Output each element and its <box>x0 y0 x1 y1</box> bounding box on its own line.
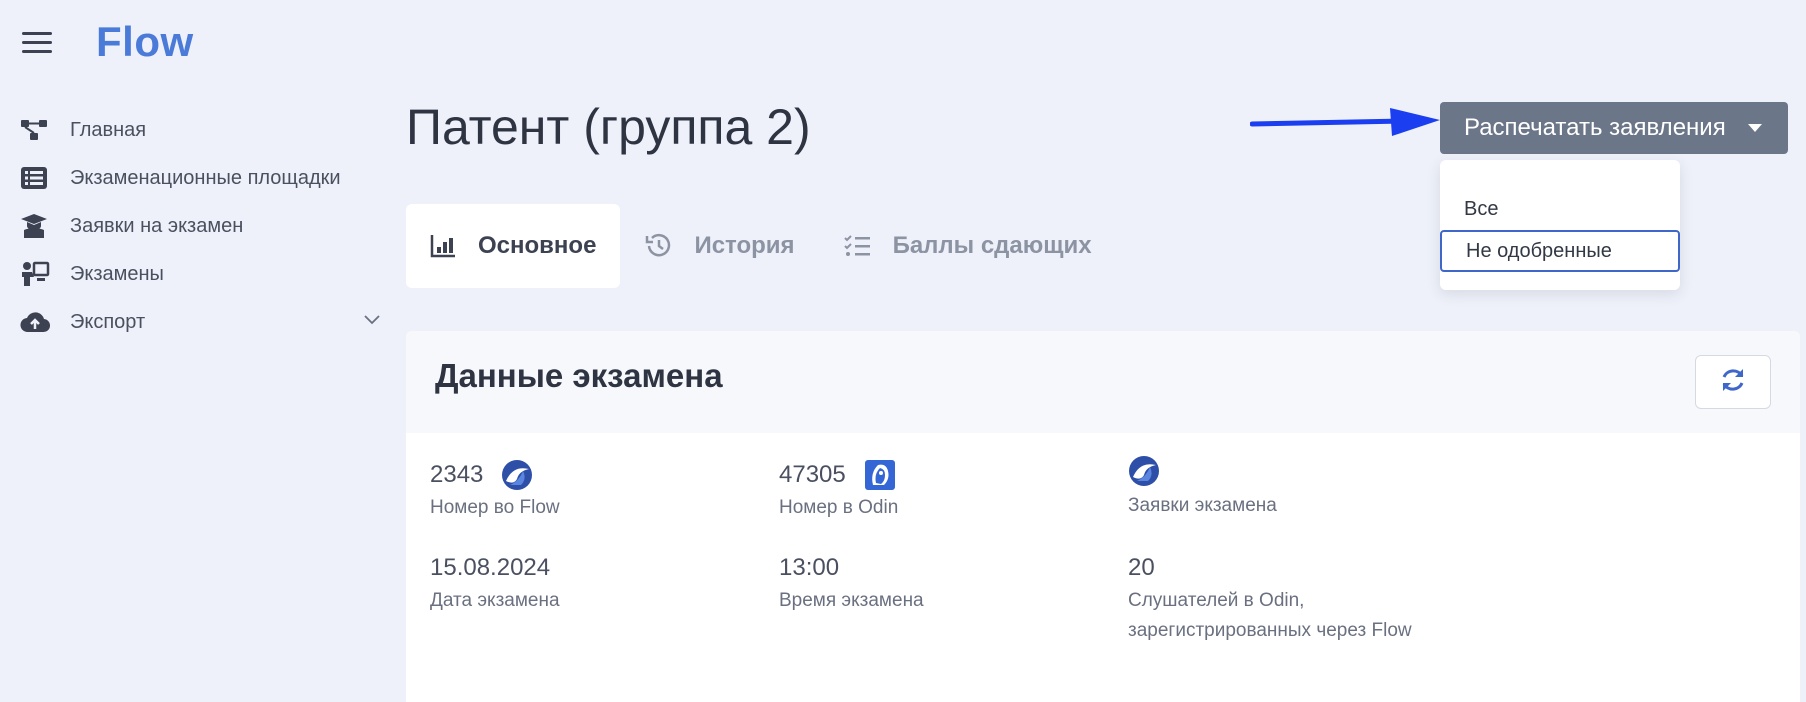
sidebar-item-label: Экзаменационные площадки <box>70 166 341 189</box>
field-caption: Заявки экзамена <box>1128 495 1277 516</box>
field-odin-number: 47305 Номер в Odin <box>779 459 898 523</box>
refresh-button[interactable] <box>1695 355 1771 409</box>
tab-bar: Основное История Баллы сдающих <box>406 204 1116 288</box>
field-caption: Слушателей в Odin, зарегистрированных че… <box>1128 590 1412 641</box>
field-caption: Дата экзамена <box>430 590 560 611</box>
dropdown-item-all[interactable]: Все <box>1440 188 1680 230</box>
print-button-label: Распечатать заявления <box>1464 114 1726 141</box>
tab-label: Основное <box>478 232 597 259</box>
flow-logo-icon[interactable] <box>501 459 533 491</box>
field-value: 47305 <box>779 461 846 488</box>
menu-toggle-icon[interactable] <box>22 32 52 53</box>
sidebar-item-exam-applications[interactable]: Заявки на экзамен <box>20 202 380 250</box>
field-caption: Время экзамена <box>779 590 924 611</box>
odin-logo-icon[interactable] <box>864 459 896 491</box>
refresh-icon <box>1719 366 1747 399</box>
flow-logo-icon[interactable] <box>1128 455 1160 487</box>
field-value: 20 <box>1128 554 1155 581</box>
sidebar-item-home[interactable]: Главная <box>20 106 380 154</box>
field-caption: Номер во Flow <box>430 497 560 518</box>
chart-icon <box>430 234 456 258</box>
tab-scores[interactable]: Баллы сдающих <box>819 204 1116 288</box>
sidebar-item-exam-sites[interactable]: Экзаменационные площадки <box>20 154 380 202</box>
field-value: 2343 <box>430 461 484 488</box>
tab-label: Баллы сдающих <box>892 232 1092 259</box>
dropdown-item-not-approved[interactable]: Не одобренные <box>1440 230 1680 272</box>
sidebar: Главная Экзаменационные площадки Заявки … <box>20 106 380 346</box>
network-icon <box>20 116 52 144</box>
field-caption: Номер в Odin <box>779 497 899 518</box>
print-applications-button[interactable]: Распечатать заявления <box>1440 102 1788 154</box>
tab-main[interactable]: Основное <box>406 204 621 288</box>
graduate-icon <box>20 212 52 240</box>
card-header: Данные экзамена <box>406 331 1800 433</box>
app-logo[interactable]: Flow <box>96 18 194 66</box>
checklist-icon <box>843 234 871 258</box>
field-exam-date: 15.08.2024 Дата экзамена <box>430 552 560 616</box>
page-title: Патент (группа 2) <box>406 99 811 155</box>
sidebar-item-export[interactable]: Экспорт <box>20 298 380 346</box>
annotation-arrow <box>1250 108 1440 136</box>
history-icon <box>644 233 672 259</box>
list-icon <box>20 164 52 192</box>
field-exam-applications: Заявки экзамена <box>1128 455 1277 521</box>
field-exam-time: 13:00 Время экзамена <box>779 552 924 616</box>
cloud-upload-icon <box>20 308 52 336</box>
field-flow-number: 2343 Номер во Flow <box>430 459 560 523</box>
tab-label: История <box>694 232 795 259</box>
field-value: 15.08.2024 <box>430 554 551 581</box>
field-value: 13:00 <box>779 554 840 581</box>
sidebar-item-label: Экзамены <box>70 262 164 285</box>
caret-down-icon <box>1748 124 1762 132</box>
sidebar-item-exams[interactable]: Экзамены <box>20 250 380 298</box>
print-dropdown-menu: Все Не одобренные <box>1440 160 1680 290</box>
field-odin-listeners: 20 Слушателей в Odin, зарегистрированных… <box>1128 552 1418 646</box>
exam-data-card: Данные экзамена 2343 Номер во Flow 47305… <box>406 331 1800 702</box>
chevron-down-icon[interactable] <box>364 312 380 330</box>
sidebar-item-label: Главная <box>70 118 147 141</box>
sidebar-item-label: Заявки на экзамен <box>70 214 244 237</box>
teacher-icon <box>20 260 52 288</box>
app-root: Flow Главная Экзаменационные площадки За… <box>0 0 1806 702</box>
tab-history[interactable]: История <box>620 204 818 288</box>
card-title: Данные экзамена <box>435 357 723 394</box>
sidebar-item-label: Экспорт <box>70 310 146 333</box>
